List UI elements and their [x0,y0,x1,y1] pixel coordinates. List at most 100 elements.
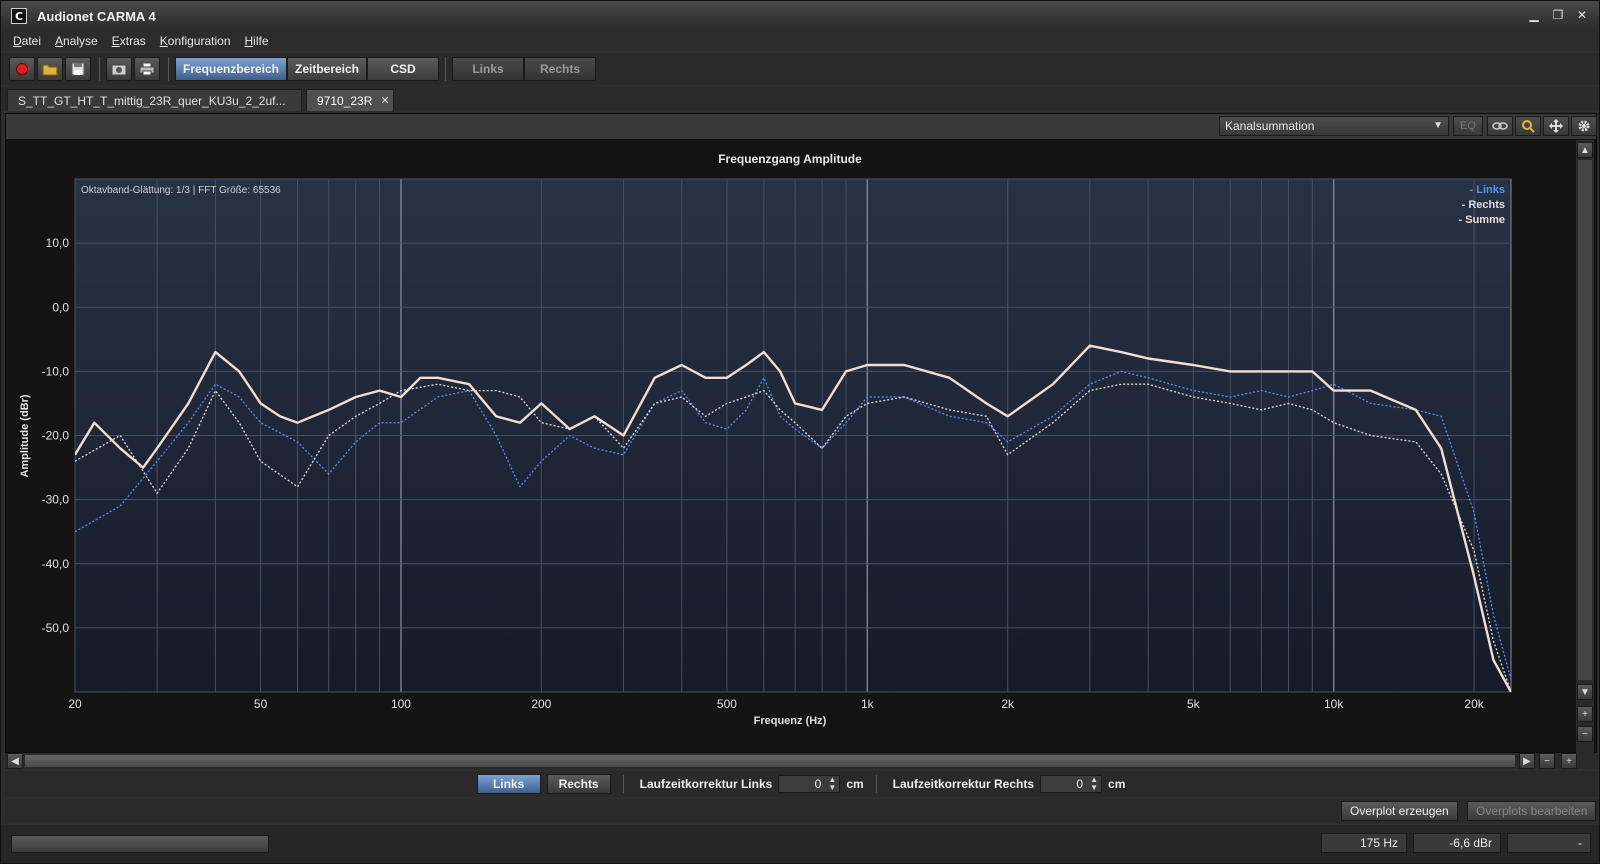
menu-bar: Datei Analyse Extras Konfiguration Hilfe [1,31,1599,51]
horizontal-scrollbar[interactable]: ◀ ▶ − + [5,753,1597,769]
channel-rechts-button[interactable]: Rechts [524,57,596,81]
delay-right-input[interactable]: 0 ▲ ▼ [1040,775,1103,793]
chart-title: Frequenzgang Amplitude [718,152,862,166]
mode-select[interactable]: Kanalsummation ▼ [1219,116,1449,136]
x-tick-label: 20 [68,697,82,711]
channel-links-button[interactable]: Links [452,57,524,81]
cursor-level: -6,6 dBr [1413,833,1501,853]
panel-toolbar: Kanalsummation ▼ EQ [6,114,1597,140]
close-icon[interactable]: ✕ [1575,8,1589,22]
eq-button[interactable]: EQ [1453,116,1483,136]
mode-select-value: Kanalsummation [1225,119,1315,133]
zoom-in-y-icon[interactable]: + [1577,706,1593,722]
x-tick-label: 200 [531,697,551,711]
status-extra: - [1507,833,1591,853]
x-tick-label: 10k [1324,697,1344,711]
edit-overplots-button[interactable]: Overplots bearbeiten [1467,801,1597,821]
settings-button[interactable] [1571,116,1597,136]
menu-analyse[interactable]: Analyse [55,34,98,48]
x-tick-label: 100 [391,697,411,711]
delay-right-label: Laufzeitkorrektur Rechts [892,777,1035,791]
channel-controls: Links Rechts Laufzeitkorrektur Links 0 ▲… [5,771,1597,797]
tab-zeitbereich[interactable]: Zeitbereich [287,57,367,81]
legend-entry: - Summe [1459,214,1505,226]
scroll-right-icon[interactable]: ▶ [1519,753,1535,769]
separator [622,775,624,793]
menu-datei[interactable]: Datei [13,34,41,48]
y-tick-label: -10,0 [42,364,70,378]
x-axis-label: Frequenz (Hz) [754,715,827,727]
zoom-in-x-icon[interactable]: + [1561,753,1577,769]
menu-extras[interactable]: Extras [112,34,146,48]
chevron-down-icon: ▼ [1433,120,1443,131]
camera-icon [111,64,127,76]
y-tick-label: 10,0 [46,236,70,250]
save-button[interactable] [65,57,91,81]
main-panel: Kanalsummation ▼ EQ Frequenzgang Amplitu… [5,113,1597,754]
record-button[interactable] [9,57,35,81]
scroll-down-icon[interactable]: ▼ [1577,684,1593,700]
legend-entry: - Rechts [1462,199,1505,211]
restore-icon[interactable]: ❐ [1551,8,1565,22]
zoom-button[interactable] [1515,116,1541,136]
link-button[interactable] [1487,116,1513,136]
minimize-icon[interactable]: ▁ [1527,8,1541,22]
y-axis-label: Amplitude (dBr) [19,394,31,477]
window-title: Audionet CARMA 4 [37,8,156,24]
frequency-response-chart[interactable]: Frequenzgang Amplitude 20 50 100 200 500 1k 2k… [6,141,1572,741]
move-icon [1549,119,1563,133]
open-button[interactable] [37,57,63,81]
tab-close-icon[interactable]: ✕ [380,94,389,107]
screenshot-button[interactable] [106,57,132,81]
tab-csd[interactable]: CSD [367,57,439,81]
scroll-thumb[interactable] [25,755,1515,767]
doc-tab-measurement-1[interactable]: S_TT_GT_HT_T_mittig_23R_quer_KU3u_2_2uf.… [7,89,302,111]
separator [875,775,877,793]
create-overplot-button[interactable]: Overplot erzeugen [1341,801,1458,821]
doc-tab-label: 9710_23R [317,93,373,108]
link-icon [1492,122,1508,130]
toolbar: Frequenzbereich Zeitbereich CSD Links Re… [1,53,1599,85]
smoothing-info: Oktavband-Glättung: 1/3 | FFT Größe: 655… [81,185,281,196]
menu-konfiguration[interactable]: Konfiguration [160,34,231,48]
x-tick-label: 2k [1001,697,1015,711]
print-button[interactable] [134,57,160,81]
rechts-toggle[interactable]: Rechts [546,774,611,794]
progress-bar [11,835,269,853]
title-bar: C Audionet CARMA 4 ▁ ❐ ✕ [1,1,1599,31]
scroll-left-icon[interactable]: ◀ [7,753,23,769]
spinner-arrows-icon[interactable]: ▲ ▼ [828,776,836,792]
overplot-row: Overplot erzeugen Overplots bearbeiten [5,799,1597,823]
spinner-arrows-icon[interactable]: ▲ ▼ [1090,776,1098,792]
app-logo-icon: C [11,8,27,24]
vertical-scrollbar[interactable]: ▲ ▼ + − [1576,140,1594,754]
toolbar-separator [445,57,446,81]
menu-hilfe[interactable]: Hilfe [245,34,269,48]
tab-frequenzbereich[interactable]: Frequenzbereich [175,57,287,81]
zoom-out-x-icon[interactable]: − [1539,753,1555,769]
x-tick-label: 20k [1464,697,1484,711]
x-tick-label: 50 [254,697,268,711]
x-tick-label: 1k [861,697,875,711]
chart-area[interactable]: Frequenzgang Amplitude 20 50 100 200 500 1k 2k… [6,141,1572,741]
y-tick-label: -20,0 [42,429,70,443]
magnifier-icon [1522,120,1535,133]
doc-tab-measurement-2[interactable]: 9710_23R ✕ [306,89,394,111]
delay-left-unit: cm [846,777,864,791]
printer-icon [139,62,155,76]
status-bar: 175 Hz -6,6 dBr - [1,825,1599,863]
app-window: C Audionet CARMA 4 ▁ ❐ ✕ Datei Analyse E… [0,0,1600,864]
zoom-out-y-icon[interactable]: − [1577,726,1593,742]
scroll-thumb[interactable] [1578,160,1592,680]
pan-button[interactable] [1543,116,1569,136]
delay-left-input[interactable]: 0 ▲ ▼ [778,775,841,793]
folder-icon [42,64,58,76]
record-icon [16,63,28,75]
doc-tab-label: S_TT_GT_HT_T_mittig_23R_quer_KU3u_2_2uf.… [18,93,286,108]
scroll-up-icon[interactable]: ▲ [1577,142,1593,158]
links-toggle[interactable]: Links [476,774,541,794]
delay-right-unit: cm [1108,777,1126,791]
y-tick-label: -40,0 [42,557,70,571]
window-controls: ▁ ❐ ✕ [1527,8,1589,22]
y-tick-label: -50,0 [42,621,70,635]
